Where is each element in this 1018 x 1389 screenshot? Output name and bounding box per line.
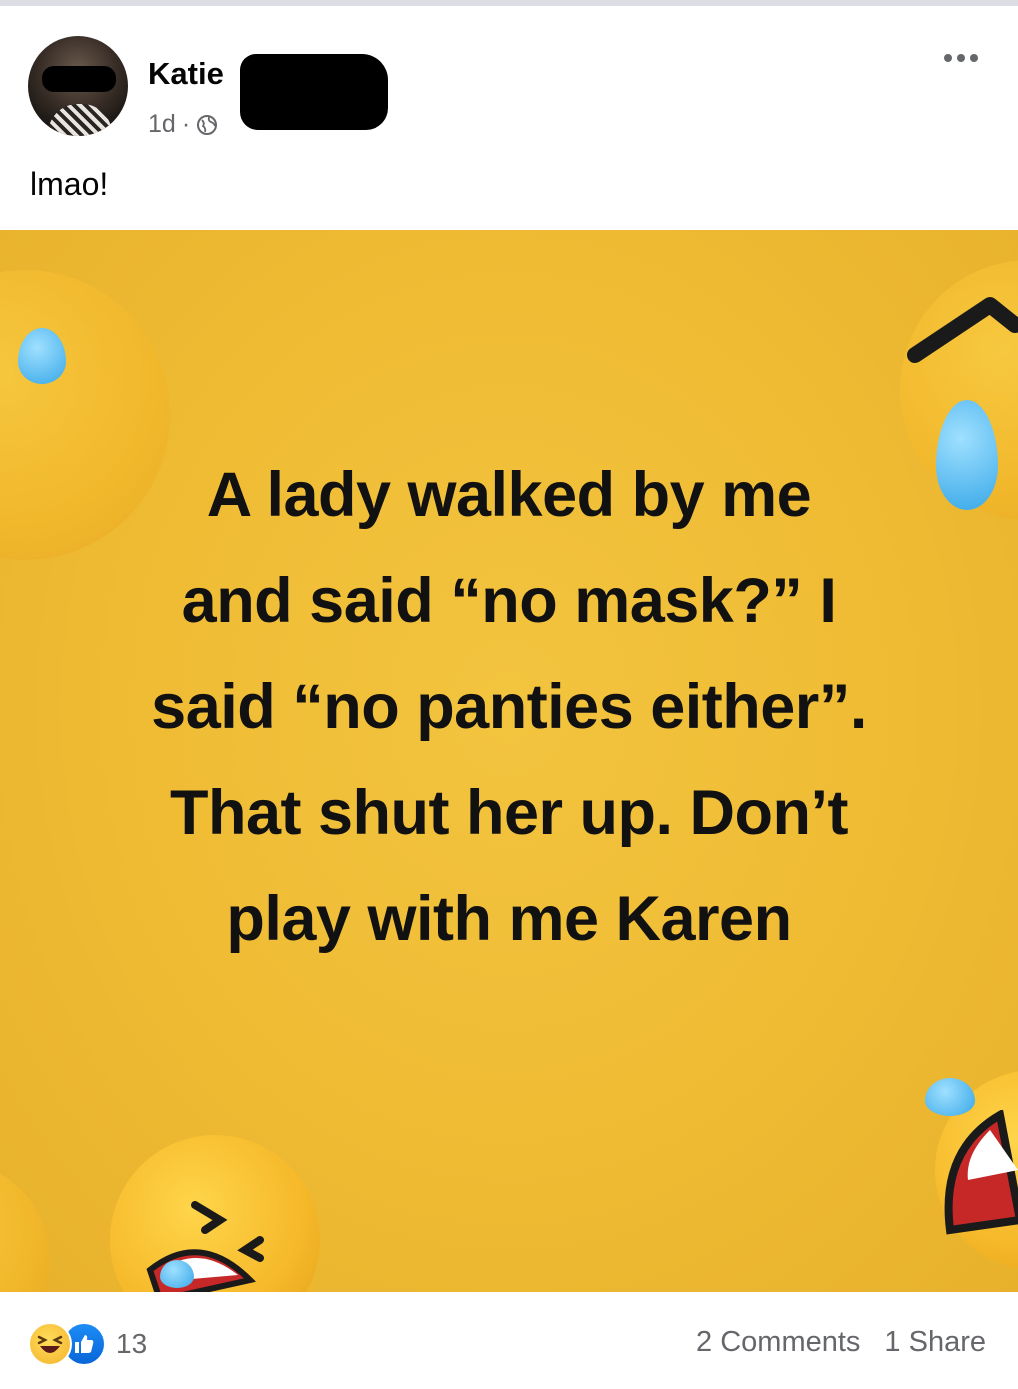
post-caption: lmao! xyxy=(30,166,109,202)
name-redaction xyxy=(240,54,388,130)
laughing-mouth-icon xyxy=(944,1110,1018,1235)
tear-icon xyxy=(160,1260,194,1288)
avatar[interactable] xyxy=(28,36,128,136)
comments-link[interactable]: 2 Comments xyxy=(696,1326,860,1359)
post-header: Katie 1d · xyxy=(0,6,1018,146)
post-time[interactable]: 1d xyxy=(148,110,176,139)
post-image[interactable]: A lady walked by me and said “no mask?” … xyxy=(0,230,1018,1292)
meme-line: said “no panties either”. xyxy=(151,672,867,742)
meme-line: That shut her up. Don’t xyxy=(170,778,848,848)
dot-icon xyxy=(957,54,965,62)
redaction-mark xyxy=(42,66,116,92)
dot-icon xyxy=(970,54,978,62)
haha-icon xyxy=(28,1322,72,1366)
avatar-photo-detail xyxy=(48,104,112,136)
engagement-summary: 2 Comments 1 Share xyxy=(696,1326,986,1359)
squint-eye-icon xyxy=(907,297,1018,363)
shares-link[interactable]: 1 Share xyxy=(884,1326,986,1359)
dot-icon xyxy=(944,54,952,62)
globe-icon xyxy=(196,114,218,136)
reaction-count: 13 xyxy=(116,1328,148,1359)
more-options-button[interactable] xyxy=(944,54,978,62)
author-name[interactable]: Katie xyxy=(148,56,224,92)
post-footer: 13 2 Comments 1 Share xyxy=(0,1292,1018,1389)
meme-line: A lady walked by me xyxy=(206,460,812,530)
post-meta: 1d · xyxy=(148,110,218,139)
laughing-face-detail-icon xyxy=(146,1201,264,1292)
reactions-summary[interactable]: 13 xyxy=(28,1322,147,1366)
meme-line: and said “no mask?” I xyxy=(181,566,837,636)
meme-text: A lady walked by me and said “no mask?” … xyxy=(0,442,1018,972)
meme-line: play with me Karen xyxy=(226,884,792,954)
meta-separator: · xyxy=(181,110,191,138)
laughing-emoji-icon xyxy=(0,1160,50,1292)
